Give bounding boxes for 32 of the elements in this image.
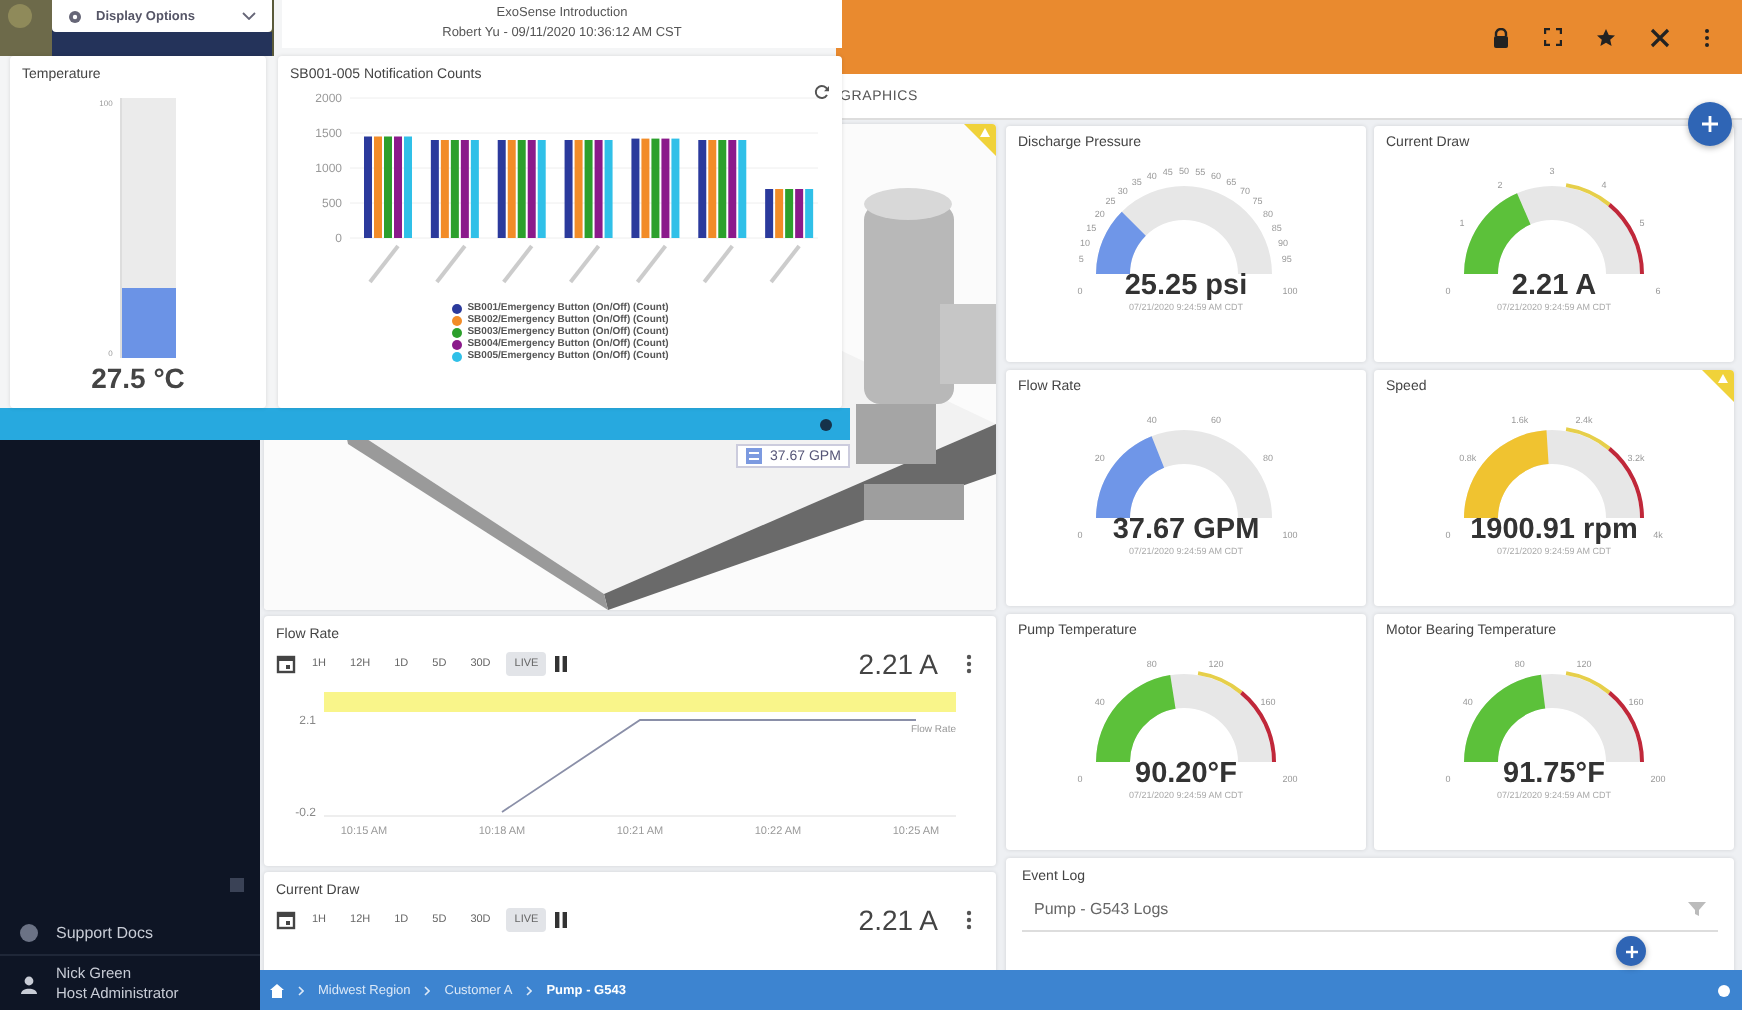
refresh-icon[interactable] bbox=[814, 84, 830, 100]
fullscreen-icon[interactable] bbox=[1544, 28, 1562, 46]
user-icon bbox=[20, 975, 38, 993]
star-icon[interactable] bbox=[1596, 27, 1616, 47]
pause-icon[interactable] bbox=[554, 912, 569, 928]
chevron-down-icon bbox=[242, 12, 256, 20]
calendar-icon[interactable] bbox=[276, 654, 296, 674]
chevron-icon bbox=[298, 985, 304, 995]
chevron-icon bbox=[526, 985, 533, 995]
plus-icon bbox=[1625, 945, 1637, 957]
calendar-icon[interactable] bbox=[276, 910, 296, 930]
current-value: 2.21 A bbox=[858, 904, 938, 936]
lock-icon[interactable] bbox=[1492, 27, 1510, 47]
filter-icon bbox=[1688, 902, 1706, 916]
current-value: 2.21 A bbox=[858, 648, 938, 680]
temperature-value: 27.5 °C bbox=[89, 362, 187, 394]
gauge-value: 2.21 A bbox=[1511, 270, 1597, 302]
chevron-icon bbox=[424, 985, 431, 995]
sidebar-item[interactable]: Support Docs bbox=[0, 912, 260, 954]
gauge-value: 25.25 psi bbox=[1124, 270, 1248, 302]
more-icon[interactable] bbox=[966, 910, 972, 930]
more-icon[interactable] bbox=[1704, 27, 1710, 47]
gear-icon bbox=[68, 9, 82, 23]
home-icon[interactable] bbox=[270, 983, 284, 997]
pause-icon[interactable] bbox=[554, 656, 569, 672]
plus-icon bbox=[1702, 116, 1718, 132]
more-icon[interactable] bbox=[966, 654, 972, 674]
gauge-value: 1900.91 rpm bbox=[1470, 514, 1638, 546]
gauge-value: 37.67 GPM bbox=[1112, 514, 1260, 546]
event-log-row[interactable]: Pump - G543 Logs bbox=[1022, 884, 1718, 932]
gauge-value: 90.20°F bbox=[1135, 758, 1237, 790]
gauge-value: 91.75°F bbox=[1503, 758, 1605, 790]
